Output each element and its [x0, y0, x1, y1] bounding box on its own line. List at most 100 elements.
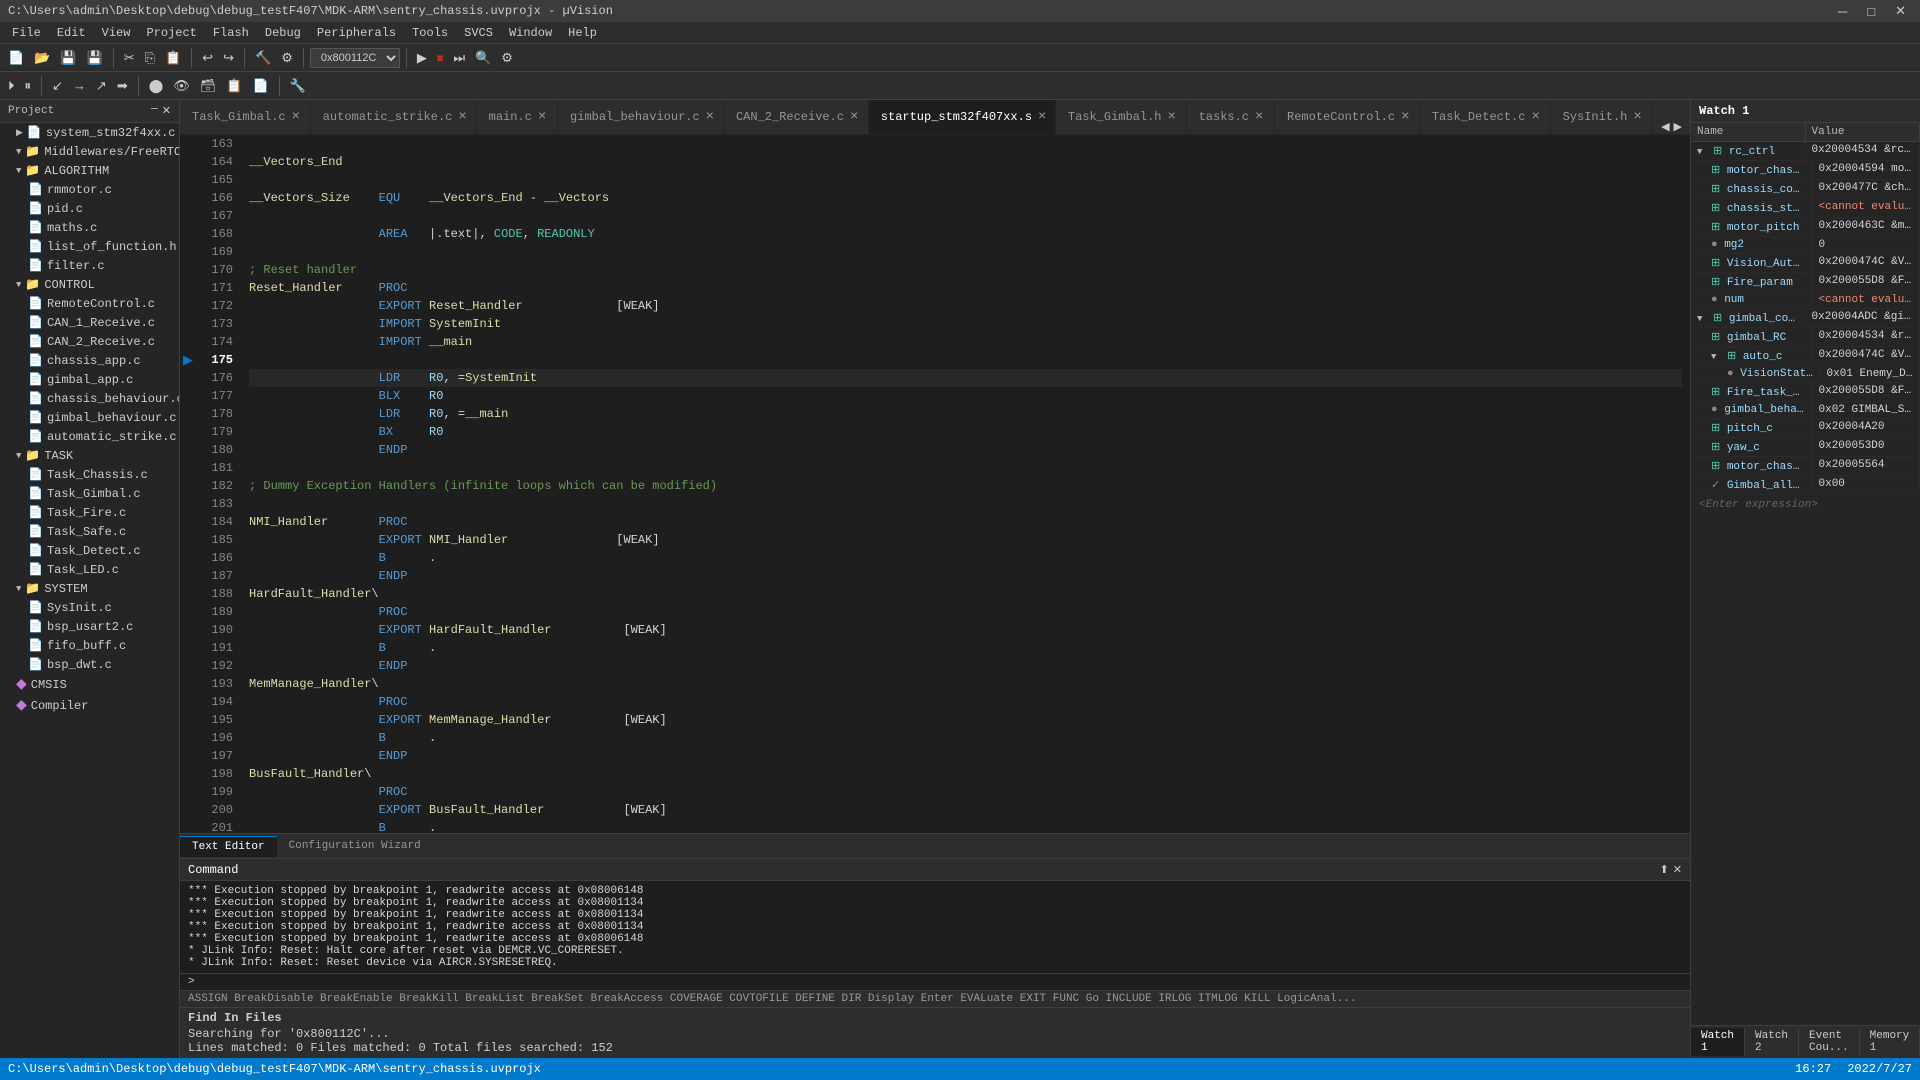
tree-item-compiler[interactable]: ◆ Compiler	[0, 695, 179, 716]
cut-button[interactable]: ✂	[120, 48, 139, 68]
tree-item-task-led[interactable]: 📄 Task_LED.c	[0, 560, 179, 579]
tree-item-can2[interactable]: 📄 CAN_2_Receive.c	[0, 332, 179, 351]
tree-item-rmmotor[interactable]: 📄 rmmotor.c	[0, 180, 179, 199]
maximize-button[interactable]: □	[1861, 3, 1881, 19]
tree-item-task-gimbal[interactable]: 📄 Task_Gimbal.c	[0, 484, 179, 503]
tree-item-middlewares[interactable]: ▼ 📁 Middlewares/FreeRTOS	[0, 142, 179, 161]
watch-row-gimbal-control[interactable]: ▼ ⊞ gimbal_control 0x20004ADC &gimbal..	[1691, 309, 1920, 328]
watch-row-vision-status[interactable]: ● VisionStatus 0x01 Enemy_Disappear	[1691, 366, 1920, 383]
tab-task-gimbal[interactable]: Task_Gimbal.c ×	[180, 100, 311, 134]
redo-button[interactable]: ↪	[219, 48, 238, 68]
menu-peripherals[interactable]: Peripherals	[309, 24, 404, 42]
debug-start-button[interactable]: ▶	[413, 48, 431, 68]
watch-tab-1[interactable]: Watch 1	[1691, 1028, 1745, 1056]
menu-edit[interactable]: Edit	[49, 24, 94, 42]
tab-tasks[interactable]: tasks.c ×	[1187, 100, 1275, 134]
extra-button[interactable]: 🔧	[286, 76, 310, 96]
panel-close-icon[interactable]: ✕	[1673, 863, 1682, 877]
tree-item-task[interactable]: ▼ 📁 TASK	[0, 446, 179, 465]
step-over[interactable]: →	[69, 76, 90, 95]
debug-stop-button[interactable]: ⏹	[433, 48, 448, 68]
tab-close-icon[interactable]: ×	[458, 110, 466, 124]
watch-row-yaw-c[interactable]: ⊞ yaw_c 0x200053D0	[1691, 438, 1920, 457]
breakpoints-button[interactable]: ⬤	[145, 76, 168, 96]
tab-close-icon[interactable]: ×	[1531, 110, 1539, 124]
tab-close-icon[interactable]: ×	[1401, 110, 1409, 124]
menu-file[interactable]: File	[4, 24, 49, 42]
zoom-button[interactable]: 🔍	[471, 48, 495, 68]
tree-item-chassis-behaviour[interactable]: 📄 chassis_behaviour.c	[0, 389, 179, 408]
step-out[interactable]: ↗	[92, 76, 111, 96]
undo-button[interactable]: ↩	[198, 48, 217, 68]
watch-row-fire-param[interactable]: ⊞ Fire_param 0x200055D8 &Fire_par..	[1691, 273, 1920, 292]
debug-step-button[interactable]: ⏭	[449, 48, 469, 68]
watch-tab-2[interactable]: Watch 2	[1745, 1028, 1799, 1056]
new-file-button[interactable]: 📄	[4, 48, 28, 68]
watch-enter-expression[interactable]: <Enter expression>	[1691, 495, 1920, 515]
text-editor-tab[interactable]: Text Editor	[180, 836, 277, 857]
menu-view[interactable]: View	[94, 24, 139, 42]
disassembly-button[interactable]: 📄	[249, 76, 273, 96]
watch-row-mg2[interactable]: ● mg2 0	[1691, 237, 1920, 254]
minimize-button[interactable]: ─	[1832, 3, 1853, 19]
paste-button[interactable]: 📋	[161, 48, 185, 68]
tree-item-task-chassis[interactable]: 📄 Task_Chassis.c	[0, 465, 179, 484]
tree-item-system[interactable]: ▶ 📄 system_stm32f4xx.c	[0, 123, 179, 142]
tab-scroll-right[interactable]: ▶	[1674, 120, 1682, 134]
tree-item-sysinit[interactable]: 📄 SysInit.c	[0, 598, 179, 617]
tab-main[interactable]: main.c ×	[477, 100, 558, 134]
menu-svcs[interactable]: SVCS	[456, 24, 501, 42]
menu-debug[interactable]: Debug	[257, 24, 309, 42]
tab-close-icon[interactable]: ×	[538, 110, 546, 124]
stop-button[interactable]: ⏸	[21, 76, 36, 96]
tree-item-task-detect[interactable]: 📄 Task_Detect.c	[0, 541, 179, 560]
watch-row-motor-chassis-2[interactable]: ⊞ motor_chassis 0x20005564	[1691, 457, 1920, 476]
watch-button[interactable]: 👁	[169, 76, 194, 96]
watch-row-chassis-control[interactable]: ⊞ chassis_control 0x200477C &chassis_..	[1691, 180, 1920, 199]
tree-item-fifo-buff[interactable]: 📄 fifo_buff.c	[0, 636, 179, 655]
tab-sysinit-h[interactable]: SysInit.h ×	[1551, 100, 1654, 134]
code-editor[interactable]: ▶ 163164165166167 168169170171172 173174…	[180, 135, 1690, 833]
tab-close-icon[interactable]: ×	[850, 110, 858, 124]
tree-item-chassis-app[interactable]: 📄 chassis_app.c	[0, 351, 179, 370]
close-button[interactable]: ✕	[1889, 3, 1912, 19]
tab-close-icon[interactable]: ×	[1633, 110, 1641, 124]
menu-tools[interactable]: Tools	[404, 24, 456, 42]
tab-close-icon[interactable]: ×	[1168, 110, 1176, 124]
tree-item-system-folder[interactable]: ▼ 📁 SYSTEM	[0, 579, 179, 598]
copy-button[interactable]: ⎘	[141, 48, 159, 68]
tree-collapse-icon[interactable]: ─	[151, 104, 158, 118]
menu-flash[interactable]: Flash	[205, 24, 257, 42]
tree-item-bsp-dwt[interactable]: 📄 bsp_dwt.c	[0, 655, 179, 674]
watch-row-motor-chassis-1[interactable]: ⊞ motor_chassis 0x20004594 motor_ch...	[1691, 161, 1920, 180]
target-dropdown[interactable]: 0x800112C	[310, 48, 400, 68]
save-button[interactable]: 💾	[56, 48, 80, 68]
build-button[interactable]: 🔨	[251, 48, 275, 68]
watch-row-gimbal-behaviour[interactable]: ● gimbal_behaviour 0x02 GIMBAL_STANDB	[1691, 402, 1920, 419]
build-all-button[interactable]: ⚙	[277, 48, 297, 68]
watch-row-pitch-c[interactable]: ⊞ pitch_c 0x20004A20	[1691, 419, 1920, 438]
tab-task-gimbal-h[interactable]: Task_Gimbal.h ×	[1056, 100, 1187, 134]
tab-task-detect[interactable]: Task_Detect.c ×	[1420, 100, 1551, 134]
tab-close-icon[interactable]: ×	[706, 110, 714, 124]
run-to-cursor[interactable]: ➡	[113, 76, 132, 96]
tab-close-icon[interactable]: ×	[292, 110, 300, 124]
menu-project[interactable]: Project	[138, 24, 204, 42]
panel-expand-icon[interactable]: ⬆	[1660, 863, 1669, 877]
tab-close-icon[interactable]: ×	[1038, 110, 1046, 124]
menu-window[interactable]: Window	[501, 24, 560, 42]
step-into[interactable]: ↙	[48, 76, 67, 96]
tree-item-pid[interactable]: 📄 pid.c	[0, 199, 179, 218]
tree-item-cmsis[interactable]: ◆ CMSIS	[0, 674, 179, 695]
tab-can2-receive[interactable]: CAN_2_Receive.c ×	[724, 100, 869, 134]
watch-row-chassis-statue[interactable]: ⊞ chassis_statue <cannot evaluate>	[1691, 199, 1920, 218]
tab-remote-control[interactable]: RemoteControl.c ×	[1275, 100, 1420, 134]
config-wizard-tab[interactable]: Configuration Wizard	[277, 836, 433, 856]
tab-startup[interactable]: startup_stm32f407xx.s ×	[869, 100, 1056, 134]
watch-row-gimbal-rc[interactable]: ⊞ gimbal_RC 0x20004534 &rc_ctrl...	[1691, 328, 1920, 347]
tree-item-remote-control[interactable]: 📄 RemoteControl.c	[0, 294, 179, 313]
watch-row-num[interactable]: ● num <cannot evaluate>	[1691, 292, 1920, 309]
settings-button[interactable]: ⚙	[497, 48, 517, 68]
watch-row-motor-pitch[interactable]: ⊞ motor_pitch 0x2000463C &motor_...	[1691, 218, 1920, 237]
tree-item-can1[interactable]: 📄 CAN_1_Receive.c	[0, 313, 179, 332]
